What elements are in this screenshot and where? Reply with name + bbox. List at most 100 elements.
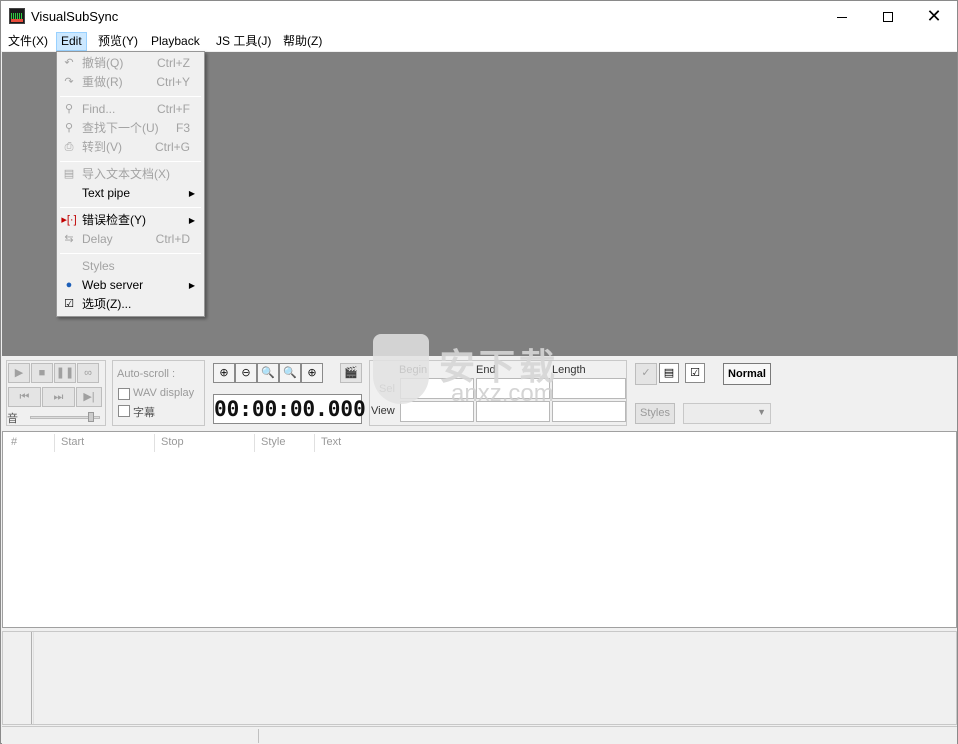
zoom-selection-button[interactable]: 🔍 xyxy=(257,363,279,383)
zoom-fit-button[interactable]: 🔍 xyxy=(279,363,301,383)
submenu-arrow-icon: ▶ xyxy=(188,189,195,198)
menu-item-text-pipe[interactable]: Text pipe ▶ xyxy=(58,184,203,203)
zoom-out-button[interactable]: ⊖ xyxy=(235,363,257,383)
zoom-selection-icon: 🔍 xyxy=(261,367,275,379)
view-begin-field[interactable] xyxy=(400,401,474,422)
menu-item-undo[interactable]: ↶ 撤销(Q) Ctrl+Z xyxy=(58,54,203,73)
play-button[interactable]: ▶ xyxy=(8,363,30,383)
menu-item-styles[interactable]: Styles xyxy=(58,257,203,276)
goto-icon: ⎙ xyxy=(64,141,74,153)
import-icon: ▤ xyxy=(63,168,75,180)
sel-length-field[interactable] xyxy=(552,378,626,399)
maximize-icon xyxy=(883,12,893,23)
wav-display-checkbox[interactable] xyxy=(118,388,130,400)
end-label: End xyxy=(476,364,496,376)
length-label: Length xyxy=(552,364,586,376)
column-header-style[interactable]: Style xyxy=(255,434,315,452)
volume-slider-thumb[interactable] xyxy=(88,412,94,422)
checklist-icon: ☑ xyxy=(690,367,700,379)
menu-separator xyxy=(60,207,201,208)
previous-button[interactable]: ⏮ xyxy=(8,387,41,407)
playback-toolbar: ▶ ■ ❚❚ ∞ ⏮ ⏭ ▶| 音 Auto-scroll : WAV disp… xyxy=(2,356,957,431)
redo-icon: ↷ xyxy=(64,76,74,88)
zoom-all-button[interactable]: ⊕ xyxy=(301,363,323,383)
window-title: VisualSubSync xyxy=(31,9,119,24)
column-header-index[interactable]: # xyxy=(5,434,55,452)
delay-icon: ⇆ xyxy=(64,233,74,245)
sel-label: Sel xyxy=(379,383,395,395)
text-button[interactable]: ▤ xyxy=(659,363,679,383)
editor-gutter xyxy=(3,632,32,724)
sel-begin-field[interactable] xyxy=(400,378,474,399)
play-to-end-icon: ▶| xyxy=(83,391,95,403)
pause-button[interactable]: ❚❚ xyxy=(54,363,76,383)
menu-separator xyxy=(60,96,201,97)
menu-edit[interactable]: Edit xyxy=(56,32,87,51)
menu-item-delay[interactable]: ⇆ Delay Ctrl+D xyxy=(58,230,203,249)
binoculars-icon: ⚲ xyxy=(64,103,74,115)
stop-button[interactable]: ■ xyxy=(31,363,53,383)
skip-back-icon: ⏮ xyxy=(19,391,30,403)
menu-item-web-server[interactable]: ● Web server ▶ xyxy=(58,276,203,295)
menu-bar: 文件(X) Edit 预览(Y) Playback JS 工具(J) 帮助(Z) xyxy=(1,31,957,51)
subtitles-checkbox[interactable] xyxy=(118,405,130,417)
document-icon: ▤ xyxy=(663,367,675,379)
clapper-icon: 🎬 xyxy=(344,367,358,379)
wav-display-label: WAV display xyxy=(133,387,195,399)
play-to-end-button[interactable]: ▶| xyxy=(76,387,102,407)
undo-icon: ↶ xyxy=(64,57,74,69)
styles-button[interactable]: Styles xyxy=(635,403,675,424)
style-select[interactable]: ▼ xyxy=(683,403,771,424)
loop-button[interactable]: ∞ xyxy=(77,363,99,383)
menu-js-tools[interactable]: JS 工具(J) xyxy=(212,32,275,51)
menu-item-goto[interactable]: ⎙ 转到(V) Ctrl+G xyxy=(58,138,203,157)
menu-file[interactable]: 文件(X) xyxy=(4,32,52,51)
chevron-down-icon: ▼ xyxy=(757,407,766,417)
loop-icon: ∞ xyxy=(84,367,92,379)
skip-forward-icon: ⏭ xyxy=(53,391,64,403)
edit-menu-dropdown: ↶ 撤销(Q) Ctrl+Z ↷ 重做(R) Ctrl+Y ⚲ Find... … xyxy=(56,51,205,317)
error-check-icon: ▸[·] xyxy=(61,214,77,226)
scene-change-button[interactable]: 🎬 xyxy=(340,363,362,383)
options-icon: ☑ xyxy=(64,298,74,310)
minimize-icon xyxy=(837,16,847,18)
checkmark-icon: ✓ xyxy=(641,367,651,379)
mode-normal-button[interactable]: Normal xyxy=(723,363,771,385)
options-check-button[interactable]: ☑ xyxy=(685,363,705,383)
menu-help[interactable]: 帮助(Z) xyxy=(279,32,326,51)
view-length-field[interactable] xyxy=(552,401,626,422)
maximize-button[interactable] xyxy=(865,1,911,31)
menu-item-import-text[interactable]: ▤ 导入文本文档(X) xyxy=(58,165,203,184)
app-window: VisualSubSync ✕ 文件(X) Edit 预览(Y) Playbac… xyxy=(0,0,958,744)
view-end-field[interactable] xyxy=(476,401,550,422)
menu-item-error-check[interactable]: ▸[·] 错误检查(Y) ▶ xyxy=(58,211,203,230)
view-label: View xyxy=(371,405,395,417)
menu-playback[interactable]: Playback xyxy=(147,32,204,51)
minimize-button[interactable] xyxy=(819,1,865,31)
autoscroll-label: Auto-scroll : xyxy=(117,368,176,380)
menu-item-options[interactable]: ☑ 选项(Z)... xyxy=(58,295,203,314)
column-header-stop[interactable]: Stop xyxy=(155,434,255,452)
subtitles-label: 字幕 xyxy=(133,407,155,419)
menu-preview[interactable]: 预览(Y) xyxy=(94,32,142,51)
close-button[interactable]: ✕ xyxy=(911,1,957,31)
submenu-arrow-icon: ▶ xyxy=(188,216,195,225)
menu-item-find-next[interactable]: ⚲ 查找下一个(U) F3 xyxy=(58,119,203,138)
find-next-icon: ⚲ xyxy=(64,122,74,134)
column-header-start[interactable]: Start xyxy=(55,434,155,452)
column-header-text[interactable]: Text xyxy=(315,434,955,452)
begin-label: Begin xyxy=(399,364,428,376)
menu-item-find[interactable]: ⚲ Find... Ctrl+F xyxy=(58,100,203,119)
check-button[interactable]: ✓ xyxy=(635,363,657,385)
zoom-in-button[interactable]: ⊕ xyxy=(213,363,235,383)
pause-icon: ❚❚ xyxy=(55,367,75,379)
menu-item-redo[interactable]: ↷ 重做(R) Ctrl+Y xyxy=(58,73,203,92)
volume-label: 音 xyxy=(7,413,18,425)
menu-separator xyxy=(60,253,201,254)
sel-end-field[interactable] xyxy=(476,378,550,399)
stop-icon: ■ xyxy=(38,367,46,379)
timecode-display: 00:00:00.000 xyxy=(213,394,366,424)
subtitle-text-editor[interactable] xyxy=(33,632,956,724)
subtitle-list[interactable]: # Start Stop Style Text xyxy=(2,431,957,628)
next-button[interactable]: ⏭ xyxy=(42,387,75,407)
